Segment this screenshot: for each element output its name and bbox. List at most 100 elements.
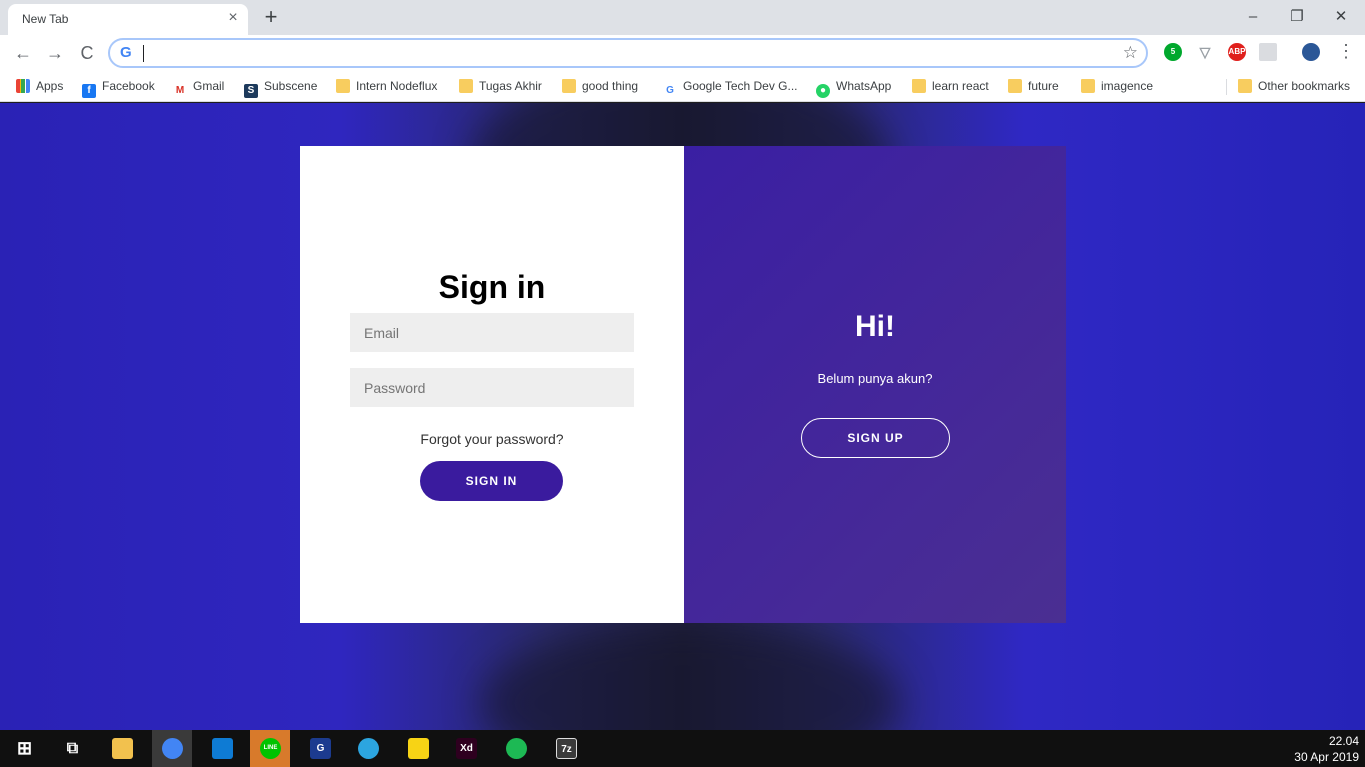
taskbar-app-sticky-notes[interactable] bbox=[398, 730, 438, 767]
system-clock[interactable]: 22.04 30 Apr 2019 bbox=[1294, 733, 1359, 765]
telegram-icon bbox=[358, 738, 379, 759]
bookmark-item[interactable]: G Google Tech Dev G... bbox=[663, 77, 798, 97]
taskbar-app-windows-start[interactable]: ⊞ bbox=[4, 730, 44, 767]
other-bookmarks-label: Other bookmarks bbox=[1258, 79, 1351, 93]
shield-icon[interactable]: ▽ bbox=[1196, 43, 1214, 61]
taskbar-app-task-view[interactable]: ⧉ bbox=[52, 730, 92, 767]
tab-close-icon[interactable]: × bbox=[224, 9, 242, 27]
sticky-notes-icon bbox=[408, 738, 429, 759]
bookmarks-bar: Other bookmarks Apps f Facebook M Gmail S Subs… bbox=[0, 71, 1365, 102]
overlay-subtitle: Belum punya akun? bbox=[817, 371, 933, 386]
text-caret bbox=[143, 45, 144, 62]
address-bar[interactable]: G ☆ bbox=[108, 38, 1148, 68]
bookmark-label: imagence bbox=[1101, 79, 1154, 93]
folder-icon bbox=[562, 79, 576, 93]
sign-in-heading: Sign in bbox=[438, 269, 546, 305]
line-icon: LINE bbox=[260, 738, 281, 759]
restore-button[interactable]: ❐ bbox=[1275, 4, 1319, 30]
folder-icon bbox=[1238, 79, 1252, 93]
bookmark-item[interactable]: Tugas Akhir bbox=[459, 77, 542, 97]
reload-icon[interactable]: C bbox=[74, 40, 100, 66]
taskbar-app-file-explorer[interactable] bbox=[102, 730, 142, 767]
bookmark-label: Facebook bbox=[102, 79, 155, 93]
apps-grid-icon bbox=[16, 79, 30, 93]
evernote-icon[interactable]: 5 bbox=[1164, 43, 1182, 61]
7zip-icon: 7z bbox=[556, 738, 577, 759]
taskbar-app-adobe-xd[interactable]: Xd bbox=[446, 730, 486, 767]
tab-title: New Tab bbox=[22, 12, 69, 26]
forward-arrow-icon[interactable]: → bbox=[42, 40, 68, 66]
google-icon: G bbox=[666, 85, 674, 96]
close-window-button[interactable]: ✕ bbox=[1319, 4, 1363, 30]
bookmarks-divider bbox=[1226, 79, 1227, 95]
bookmark-label: Apps bbox=[36, 79, 64, 93]
other-bookmarks-folder[interactable]: Other bookmarks bbox=[1238, 77, 1350, 97]
bookmark-item[interactable]: f Facebook bbox=[82, 77, 155, 98]
pdf-reader-icon: G bbox=[310, 738, 331, 759]
vscode-icon bbox=[212, 738, 233, 759]
signup-overlay-panel: Hi! Belum punya akun? SIGN UP bbox=[684, 146, 1066, 623]
whatsapp-icon: ● bbox=[816, 84, 830, 98]
folder-icon bbox=[1008, 79, 1022, 93]
taskbar-app-line[interactable]: LINE bbox=[250, 730, 290, 767]
sign-in-button[interactable]: SIGN IN bbox=[420, 461, 563, 501]
bookmark-label: Tugas Akhir bbox=[479, 79, 542, 93]
web-page: Sign in Forgot your password? SIGN IN Hi… bbox=[0, 103, 1365, 730]
taskbar-app-telegram[interactable] bbox=[348, 730, 388, 767]
password-field[interactable] bbox=[350, 368, 634, 407]
bookmark-item[interactable]: ● WhatsApp bbox=[816, 77, 892, 98]
email-field[interactable] bbox=[350, 313, 634, 352]
google-icon: G bbox=[120, 44, 132, 61]
adblock-plus-icon[interactable]: ABP bbox=[1228, 43, 1246, 61]
folder-icon bbox=[912, 79, 926, 93]
taskbar-app-pdf-reader[interactable]: G bbox=[300, 730, 340, 767]
profile-avatar-icon[interactable] bbox=[1302, 43, 1320, 61]
bookmark-label: future bbox=[1028, 79, 1059, 93]
overlay-heading: Hi! bbox=[855, 310, 895, 343]
browser-tab[interactable]: New Tab × bbox=[8, 4, 248, 35]
taskbar-app-spotify[interactable] bbox=[496, 730, 536, 767]
bookmark-label: Subscene bbox=[264, 79, 318, 93]
bookmark-item[interactable]: learn react bbox=[912, 77, 989, 97]
gmail-icon: M bbox=[175, 85, 185, 96]
clock-date: 30 Apr 2019 bbox=[1294, 750, 1359, 764]
adobe-xd-icon: Xd bbox=[456, 738, 477, 759]
bookmark-label: Intern Nodeflux bbox=[356, 79, 438, 93]
taskbar-app-vscode[interactable] bbox=[202, 730, 242, 767]
file-explorer-icon bbox=[112, 738, 133, 759]
bookmark-label: Gmail bbox=[193, 79, 225, 93]
forgot-password-link[interactable]: Forgot your password? bbox=[300, 431, 684, 447]
address-input[interactable] bbox=[146, 43, 1106, 65]
folder-icon bbox=[1081, 79, 1095, 93]
new-tab-button[interactable]: + bbox=[258, 5, 284, 31]
folder-icon bbox=[459, 79, 473, 93]
clock-time: 22.04 bbox=[1328, 734, 1359, 748]
windows-taskbar: 22.04 30 Apr 2019 ⊞ ⧉ LINE G Xd 7z bbox=[0, 730, 1365, 767]
auth-modal: Sign in Forgot your password? SIGN IN Hi… bbox=[300, 146, 1066, 623]
browser-tab-strip: New Tab × + – ❐ ✕ bbox=[0, 0, 1365, 35]
browser-toolbar: ← → C G ☆ ⋮ 5 ▽ ABP bbox=[0, 35, 1365, 71]
chrome-icon bbox=[162, 738, 183, 759]
bookmark-item[interactable]: M Gmail bbox=[173, 77, 225, 97]
bookmark-item[interactable]: future bbox=[1008, 77, 1059, 97]
bookmark-item[interactable]: Intern Nodeflux bbox=[336, 77, 437, 97]
taskbar-app-chrome[interactable] bbox=[152, 730, 192, 767]
bookmark-label: WhatsApp bbox=[836, 79, 892, 93]
subscene-icon: S bbox=[244, 84, 258, 98]
task-view-icon: ⧉ bbox=[66, 740, 79, 757]
bookmark-item[interactable]: S Subscene bbox=[244, 77, 318, 98]
back-arrow-icon[interactable]: ← bbox=[10, 40, 36, 66]
extension-icon[interactable] bbox=[1259, 43, 1277, 61]
minimize-button[interactable]: – bbox=[1231, 4, 1275, 30]
taskbar-app-7zip[interactable]: 7z bbox=[546, 730, 586, 767]
windows-start-icon: ⊞ bbox=[16, 738, 33, 758]
spotify-icon bbox=[506, 738, 527, 759]
bookmark-star-icon[interactable]: ☆ bbox=[1123, 43, 1138, 63]
bookmark-item[interactable]: Apps bbox=[16, 77, 63, 97]
bookmark-label: good thing bbox=[582, 79, 639, 93]
bookmark-item[interactable]: imagence bbox=[1081, 77, 1153, 97]
browser-menu-icon[interactable]: ⋮ bbox=[1336, 41, 1356, 62]
bookmark-item[interactable]: good thing bbox=[562, 77, 638, 97]
bookmark-label: Google Tech Dev G... bbox=[683, 79, 798, 93]
sign-up-button[interactable]: SIGN UP bbox=[801, 418, 950, 458]
